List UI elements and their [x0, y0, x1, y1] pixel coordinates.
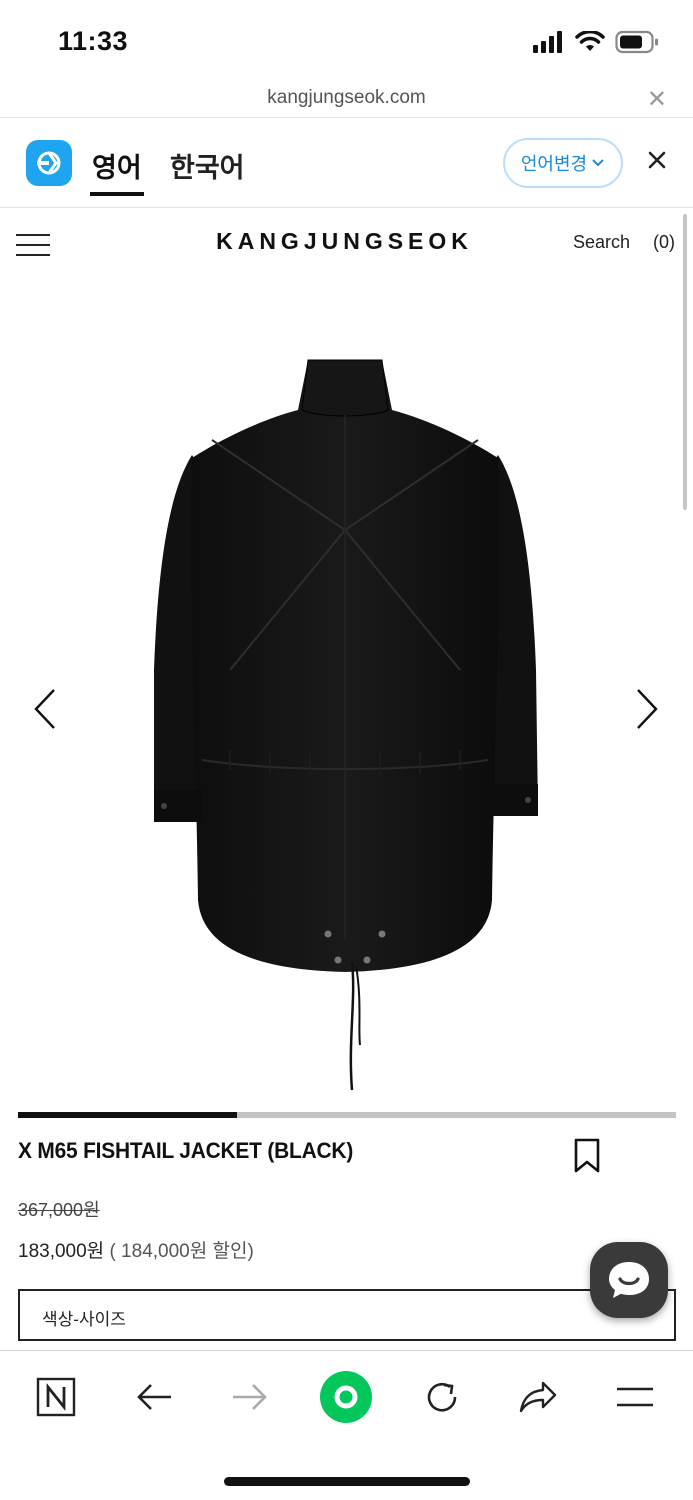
battery-icon: [615, 30, 658, 54]
forward-button[interactable]: [220, 1373, 280, 1421]
site-header: KANGJUNGSEOK Search (0): [0, 208, 693, 278]
scrollbar-thumb[interactable]: [683, 214, 687, 510]
naver-n-button[interactable]: [26, 1373, 86, 1421]
share-button[interactable]: [508, 1373, 568, 1421]
url-bar[interactable]: kangjungseok.com ✕: [0, 80, 693, 118]
menu-icon: [617, 1387, 653, 1407]
bookmark-icon[interactable]: [573, 1138, 601, 1174]
cart-count[interactable]: (0): [653, 232, 675, 253]
status-icons: [533, 30, 659, 54]
green-dot-icon: [320, 1371, 372, 1423]
share-icon: [519, 1381, 557, 1413]
change-language-label: 언어변경: [520, 154, 588, 174]
discount-amount: ( 184,000원 할인): [109, 1241, 254, 1262]
gallery-progress: [18, 1112, 676, 1118]
tab-korean[interactable]: 한국어: [170, 146, 245, 185]
wifi-icon: [575, 31, 605, 51]
prev-image-arrow-icon[interactable]: [32, 688, 58, 730]
status-time: 11:33: [58, 26, 129, 56]
url-text[interactable]: kangjungseok.com: [0, 87, 693, 109]
url-close-icon[interactable]: ✕: [647, 85, 667, 114]
translate-bar: 영어 한국어 언어변경: [0, 118, 693, 208]
back-button[interactable]: [124, 1373, 184, 1421]
option-placeholder: 색상-사이즈: [42, 1310, 126, 1329]
sale-price-row: 183,000원 ( 184,000원 할인): [18, 1236, 254, 1263]
change-language-button[interactable]: 언어변경: [503, 138, 623, 188]
product-image[interactable]: [130, 340, 560, 1100]
signal-icon: [533, 31, 562, 53]
papago-logo-icon[interactable]: [26, 140, 72, 186]
green-dot-button[interactable]: [316, 1371, 376, 1423]
status-bar: 11:33: [0, 0, 693, 80]
search-link[interactable]: Search: [573, 232, 630, 253]
home-indicator[interactable]: [224, 1477, 470, 1486]
chat-icon: [609, 1262, 649, 1298]
chevron-down-icon: [592, 159, 604, 167]
refresh-button[interactable]: [412, 1373, 472, 1421]
back-arrow-icon: [137, 1384, 171, 1410]
brand-text: KANGJUNGSEOK: [216, 228, 473, 254]
tab-english[interactable]: 영어: [90, 146, 144, 196]
naver-n-icon: [36, 1377, 76, 1417]
color-size-select[interactable]: 색상-사이즈: [18, 1289, 676, 1341]
gallery-progress-fill: [18, 1112, 238, 1118]
forward-arrow-icon: [233, 1384, 267, 1410]
refresh-icon: [427, 1382, 457, 1412]
chat-button[interactable]: [590, 1242, 668, 1318]
original-price: 367,000원: [18, 1200, 100, 1220]
product-name: X M65 FISHTAIL JACKET (BLACK): [18, 1138, 354, 1163]
menu-button[interactable]: [605, 1373, 665, 1421]
next-image-arrow-icon[interactable]: [634, 688, 660, 730]
sale-price: 183,000원: [18, 1241, 105, 1262]
browser-toolbar: [0, 1350, 693, 1500]
translate-close-icon[interactable]: [647, 150, 667, 170]
